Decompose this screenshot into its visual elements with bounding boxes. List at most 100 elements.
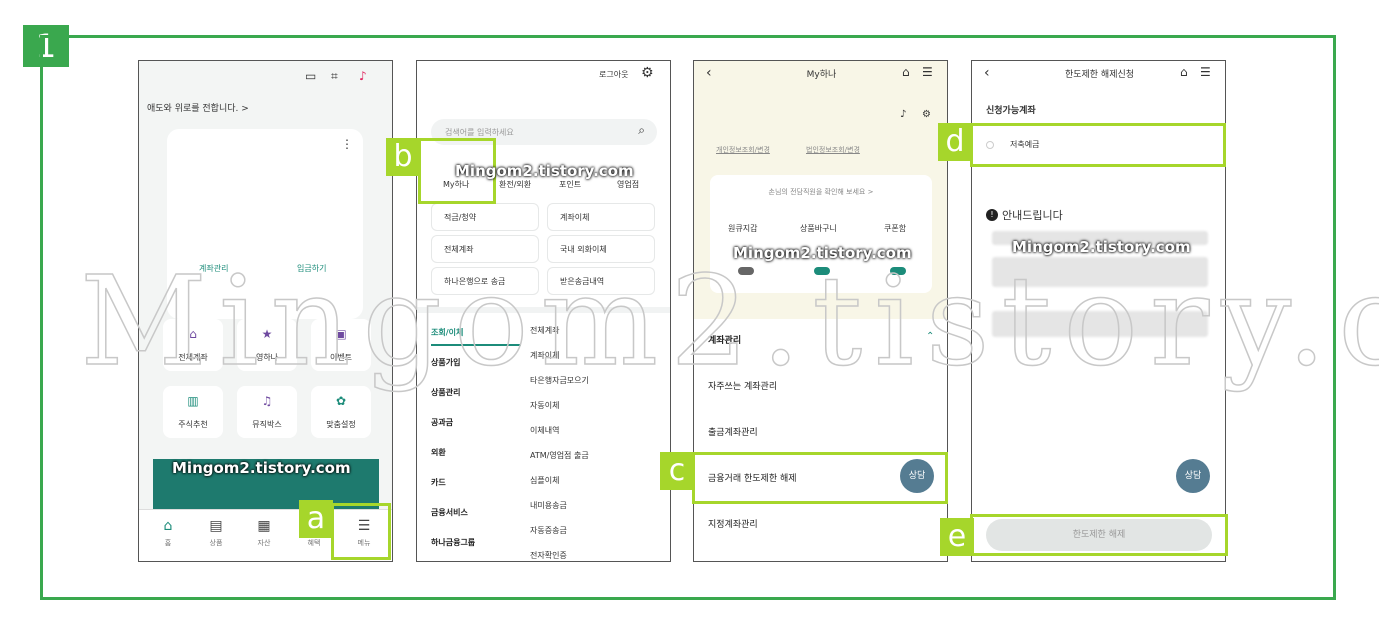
bell-icon[interactable]: ♪: [900, 109, 906, 120]
settings-icon[interactable]: ⚙: [641, 65, 654, 81]
info-text-blurred: [992, 257, 1208, 287]
tab-home[interactable]: ⌂ 홈: [143, 518, 193, 548]
menu-item[interactable]: 타은행자금모으기: [530, 375, 589, 386]
manager-card: 손님의 전담직원을 확인해 보세요 > 원큐지갑 상품바구니 쿠폰함: [710, 175, 932, 293]
hamburger-icon[interactable]: ☰: [922, 65, 933, 79]
coupon-badge: [890, 267, 906, 275]
asset-tab-icon: ▦: [257, 518, 271, 534]
tab-asset[interactable]: ▦ 자산: [239, 518, 289, 548]
grid-item-all-accounts[interactable]: ⌂ 전체계좌: [163, 319, 223, 371]
category-utility[interactable]: 공과금: [431, 417, 453, 428]
category-product-manage[interactable]: 상품관리: [431, 387, 460, 398]
qr-icon[interactable]: ⌗: [331, 69, 338, 84]
basket-badge: [814, 267, 830, 275]
chevron-up-icon[interactable]: ⌃: [926, 331, 934, 342]
coupon-item[interactable]: 쿠폰함: [884, 223, 906, 234]
highlight-submit-button: [970, 514, 1228, 556]
gear-icon[interactable]: ⚙: [922, 109, 931, 120]
search-icon[interactable]: ⌕: [638, 123, 645, 138]
product-tab-icon: ▤: [209, 518, 223, 534]
grid-item-settings[interactable]: ✿ 맞춤설정: [311, 386, 371, 438]
grid-item-event[interactable]: ▣ 이벤트: [311, 319, 371, 371]
search-input[interactable]: 검색어를 입력하세요: [445, 127, 514, 138]
highlight-menu-tab: [331, 503, 391, 560]
phone-home-screen: ▭ ⌗ ♪ 애도와 위로를 전합니다. > ⋮ 계좌관리 입금하기 ⌂ 전체계좌 …: [138, 60, 393, 562]
menu-item[interactable]: 내미용송금: [530, 500, 567, 511]
row-designated-account[interactable]: 지정계좌관리: [708, 517, 758, 530]
home-icon[interactable]: ⌂: [902, 65, 910, 79]
wallet-icon[interactable]: ▭: [305, 69, 316, 83]
marker-c: c: [660, 452, 694, 490]
hamburger-icon[interactable]: ☰: [1200, 65, 1211, 79]
grid-item-stock[interactable]: ▥ 주식추천: [163, 386, 223, 438]
menu-item[interactable]: 계좌이체: [530, 350, 559, 361]
account-manage-button[interactable]: 계좌관리: [199, 263, 228, 274]
account-card: ⋮ 계좌관리 입금하기: [167, 129, 363, 319]
watermark-label: Mingom2.tistory.com: [1012, 238, 1191, 256]
home-icon: ⌂: [189, 327, 197, 341]
notice-link[interactable]: 애도와 위로를 전합니다. >: [147, 101, 249, 114]
divider: [417, 307, 670, 313]
row-withdraw-account[interactable]: 출금계좌관리: [708, 425, 758, 438]
marker-a: a: [299, 500, 333, 538]
info-text-blurred: [992, 311, 1208, 337]
tab-product[interactable]: ▤ 상품: [191, 518, 241, 548]
marker-e: e: [940, 518, 974, 556]
watermark-label: Mingom2.tistory.com: [733, 244, 912, 262]
personal-info-link[interactable]: 개인정보조회/변경: [716, 145, 770, 155]
menu-item[interactable]: 심플이체: [530, 475, 559, 486]
watermark-label: Mingom2.tistory.com: [172, 459, 351, 477]
category-fx[interactable]: 외환: [431, 447, 446, 458]
section-account-manage[interactable]: 계좌관리: [708, 333, 741, 346]
corp-info-link[interactable]: 법인정보조회/변경: [806, 145, 860, 155]
menu-item[interactable]: 자동증송금: [530, 525, 567, 536]
marker-d: d: [938, 123, 972, 161]
category-hana-group[interactable]: 하나금융그룹: [431, 537, 475, 548]
grid-item-music[interactable]: ♫ 뮤직박스: [237, 386, 297, 438]
logout-button[interactable]: 로그아웃: [599, 69, 628, 80]
quick-savings[interactable]: 적금/청약: [431, 203, 539, 231]
menu-item[interactable]: 전체계좌: [530, 325, 559, 336]
phone-menu-screen: 로그아웃 ⚙ 검색어를 입력하세요 ⌕ My하나 환전/외환 포인트 영업점 적…: [416, 60, 671, 562]
row-frequent-account[interactable]: 자주쓰는 계좌관리: [708, 379, 777, 392]
watermark-label: Mingom2.tistory.com: [455, 162, 634, 180]
menu-item[interactable]: 전자확인증: [530, 550, 567, 561]
bell-icon[interactable]: ♪: [359, 69, 367, 83]
home-tab-icon: ⌂: [163, 518, 173, 534]
shortcut-branch[interactable]: 영업점: [617, 179, 639, 190]
wallet-item[interactable]: 원큐지갑: [728, 223, 757, 234]
menu-item[interactable]: ATM/영업점 출금: [530, 450, 589, 461]
info-title: 안내드립니다: [1002, 209, 1063, 222]
category-subscribe[interactable]: 상품가입: [431, 357, 460, 368]
menu-item[interactable]: 이체내역: [530, 425, 559, 436]
more-icon[interactable]: ⋮: [341, 137, 353, 151]
gear-icon: ✿: [335, 394, 347, 408]
highlight-account-option: [970, 123, 1226, 167]
gift-icon: ▣: [335, 327, 347, 341]
category-inquiry[interactable]: 조회/이체: [431, 327, 521, 346]
basket-item[interactable]: 상품바구니: [800, 223, 837, 234]
menu-item[interactable]: 자동이체: [530, 400, 559, 411]
deposit-button[interactable]: 입금하기: [297, 263, 326, 274]
wallet-badge: [738, 267, 754, 275]
consult-button[interactable]: 상담: [1176, 459, 1210, 493]
quick-all-accounts[interactable]: 전체계좌: [431, 235, 539, 263]
category-card[interactable]: 카드: [431, 477, 446, 488]
page-title: 한도제한 해제신청: [1064, 70, 1135, 80]
section-subtitle: 신청가능계좌: [986, 106, 1036, 116]
home-icon[interactable]: ⌂: [1180, 65, 1188, 79]
star-icon: ★: [261, 327, 273, 341]
quick-send-hana[interactable]: 하나은행으로 송금: [431, 267, 539, 295]
marker-b: b: [386, 138, 420, 176]
quick-fx-transfer[interactable]: 국내 외화이체: [547, 235, 655, 263]
manager-banner[interactable]: 손님의 전담직원을 확인해 보세요 >: [710, 187, 932, 197]
page-title: My하나: [806, 70, 837, 80]
info-icon: !: [986, 209, 998, 221]
category-finance-service[interactable]: 금융서비스: [431, 507, 468, 518]
shortcut-exchange[interactable]: 환전/외환: [499, 179, 531, 190]
quick-received[interactable]: 받은송금내역: [547, 267, 655, 295]
grid-item-young-hana[interactable]: ★ 영하나: [237, 319, 297, 371]
chart-icon: ▥: [187, 394, 199, 408]
shortcut-point[interactable]: 포인트: [559, 179, 581, 190]
quick-transfer[interactable]: 계좌이체: [547, 203, 655, 231]
